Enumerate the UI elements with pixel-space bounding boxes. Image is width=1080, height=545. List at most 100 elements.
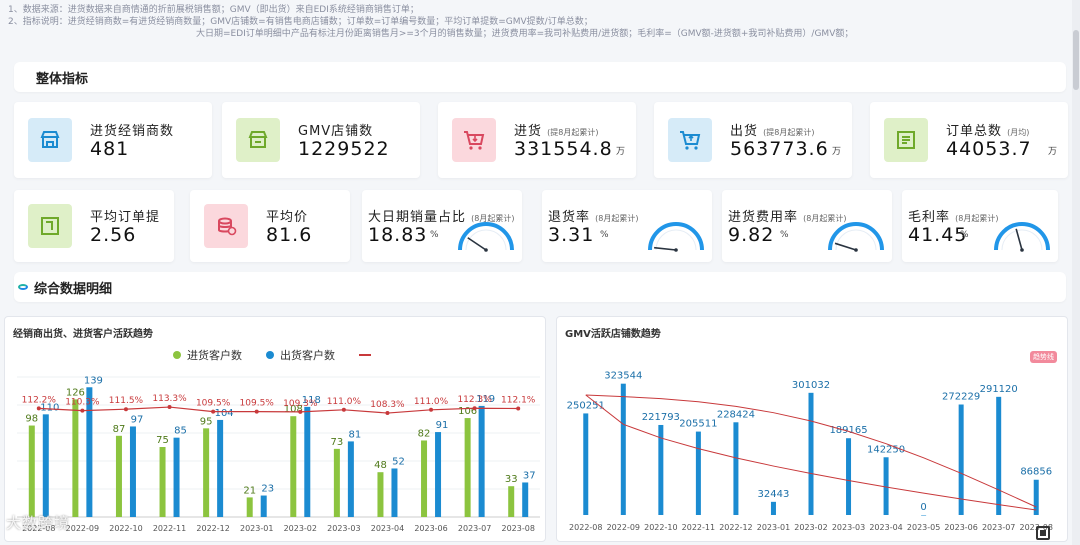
kpi-value: 81.6	[266, 224, 313, 246]
section-title: 整体指标	[36, 71, 89, 87]
ratio-line	[38, 406, 519, 414]
bar-purchase	[333, 448, 340, 517]
scrollbar[interactable]	[1072, 0, 1080, 545]
ratio-label: 112.3%	[457, 395, 492, 405]
kpi-label-text: 订单总数	[946, 124, 1003, 139]
kpi-sub: (提8月起累计)	[763, 128, 815, 137]
ratio-label: 111.5%	[109, 396, 144, 406]
data-label: 221793	[642, 412, 680, 423]
fullscreen-button[interactable]	[1036, 526, 1050, 540]
kpi-card: GMV店铺数 1229522	[222, 102, 420, 178]
data-label: 228424	[717, 409, 755, 420]
ratio-label: 112.1%	[501, 395, 536, 405]
data-label-shipment: 139	[84, 375, 103, 386]
note-line-3: 大日期=EDI订单明细中产品有标注月份距离销售月>=3个月的销售数量；进货费用率…	[196, 29, 854, 39]
bar-gmv-shops	[583, 413, 589, 515]
data-label: 301032	[792, 380, 830, 391]
kpi-label-text: 进货	[514, 124, 543, 139]
x-tick-label: 2023-03	[832, 523, 865, 532]
gauge-dial	[648, 222, 704, 252]
data-label-purchase: 95	[200, 416, 213, 427]
kpi-label-text: 进货经销商数	[90, 124, 175, 139]
ratio-point	[123, 407, 128, 412]
shop-icon	[236, 118, 280, 162]
bar-gmv-shops	[733, 422, 739, 515]
kpi-card: 订单总数 (月均) 44053.7 万	[870, 102, 1068, 178]
kpi-label-text: 出货	[730, 124, 759, 139]
note-line-2: 2、指标说明：进货经销商数=有进货经销商数量；GMV店铺数=有销售电商店铺数；订…	[8, 17, 593, 27]
kpi-value: 2.56	[90, 224, 137, 246]
bar-gmv-shops	[695, 431, 701, 515]
data-label-shipment: 23	[261, 484, 274, 495]
data-label-purchase: 87	[113, 424, 126, 435]
kpi-value: 44053.7	[946, 138, 1032, 160]
ratio-point	[36, 406, 41, 411]
x-tick-label: 2022-12	[196, 524, 229, 533]
watermark: 大数跨境	[6, 514, 71, 532]
ratio-point	[80, 408, 85, 413]
bar-purchase	[72, 399, 79, 517]
x-tick-label: 2023-02	[284, 524, 317, 533]
data-label: 32443	[758, 489, 790, 500]
kpi-value: 1229522	[298, 138, 390, 160]
gauge-dial	[458, 222, 514, 252]
ratio-point	[211, 409, 216, 414]
data-label: 323544	[604, 371, 642, 382]
ratio-point	[167, 405, 172, 410]
x-tick-label: 2023-03	[327, 524, 360, 533]
x-tick-label: 2022-11	[682, 523, 715, 532]
bar-shipment	[478, 405, 485, 517]
gauge-dial	[828, 222, 884, 252]
ratio-point	[385, 411, 390, 416]
data-label: 291120	[980, 384, 1018, 395]
kpi-sub: (月均)	[1007, 128, 1030, 137]
kpi-label: 平均订单提	[90, 210, 161, 225]
x-tick-label: 2022-11	[153, 524, 186, 533]
gauge-dial	[994, 222, 1050, 252]
kpi-card: 进货 (提8月起累计) 331554.8 万	[438, 102, 636, 178]
kpi-label: 平均价	[266, 210, 309, 225]
ratio-point	[298, 409, 303, 414]
kpi-label: 进货 (提8月起累计)	[514, 120, 599, 139]
x-tick-label: 2023-08	[501, 524, 534, 533]
x-tick-label: 2022-10	[644, 523, 677, 532]
bar-purchase	[508, 486, 515, 517]
chart-customer-trend: 981102022-08112.2%1261392022-09110.3%879…	[17, 375, 540, 533]
bar-gmv-shops	[996, 396, 1002, 515]
ratio-label: 111.0%	[414, 397, 449, 407]
cart-in-icon	[452, 118, 496, 162]
bar-gmv-shops	[846, 438, 852, 515]
data-label-shipment: 85	[174, 426, 187, 437]
ratio-point	[254, 409, 259, 414]
ratio-point	[429, 407, 434, 412]
ratio-label: 110.3%	[65, 398, 100, 408]
bar-purchase	[159, 447, 166, 517]
ratio-label: 112.2%	[22, 395, 57, 405]
x-tick-label: 2023-04	[869, 523, 902, 532]
scrollbar-thumb[interactable]	[1073, 30, 1079, 90]
x-tick-label: 2022-10	[109, 524, 142, 533]
ratio-label: 109.5%	[196, 399, 231, 409]
x-tick-label: 2022-09	[66, 524, 99, 533]
bar-purchase	[28, 425, 35, 517]
x-tick-label: 2023-05	[907, 523, 940, 532]
gauge-card: 大日期销量占比 (8月起累计) 18.83 %	[362, 190, 522, 262]
data-label: 272229	[942, 392, 980, 403]
kpi-label: GMV店铺数	[298, 120, 373, 139]
bar-shipment	[173, 437, 180, 517]
data-label-purchase: 33	[505, 474, 518, 485]
data-label-shipment: 91	[436, 420, 449, 431]
bar-gmv-shops	[620, 383, 626, 515]
gauge-card: 进货费用率 (8月起累计) 9.82 %	[722, 190, 892, 262]
data-label-purchase: 73	[331, 437, 344, 448]
data-label: 205511	[679, 419, 717, 430]
x-tick-label: 2023-01	[240, 524, 273, 533]
kpi-value: 563773.6	[730, 138, 829, 160]
kpi-label-text: GMV店铺数	[298, 124, 374, 139]
kpi-value: 331554.8	[514, 138, 613, 160]
x-tick-label: 2022-08	[569, 523, 602, 532]
kpi-unit: 万	[1048, 147, 1058, 157]
data-label: 142250	[867, 444, 905, 455]
data-label: 86856	[1020, 467, 1052, 478]
kpi-unit: 万	[616, 147, 626, 157]
